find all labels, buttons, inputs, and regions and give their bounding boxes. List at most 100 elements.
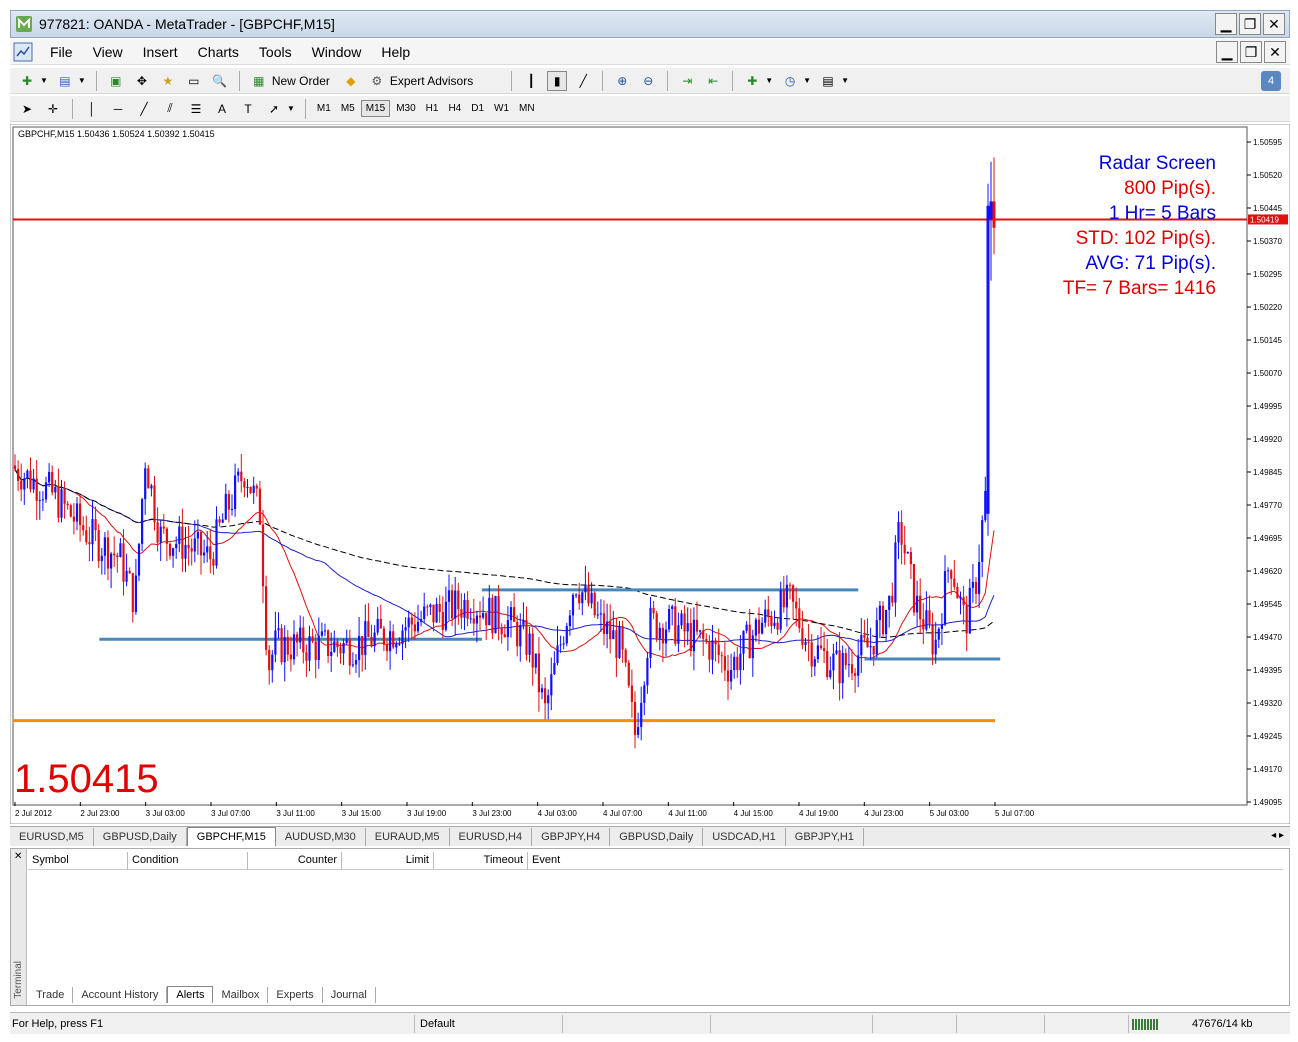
price-chart[interactable]: GBPCHF,M15 1.50436 1.50524 1.50392 1.504… bbox=[9, 123, 1291, 825]
restore-button[interactable]: ❐ bbox=[1239, 13, 1261, 35]
tab-journal[interactable]: Journal bbox=[323, 987, 376, 1003]
chart-shift-icon[interactable]: ⇤ bbox=[703, 71, 723, 91]
column-symbol[interactable]: Symbol bbox=[28, 852, 128, 869]
tab-mailbox[interactable]: Mailbox bbox=[213, 987, 269, 1003]
periods-clock-icon[interactable]: ◷ bbox=[780, 71, 800, 91]
line-chart-icon[interactable]: ╱ bbox=[573, 71, 593, 91]
menu-insert[interactable]: Insert bbox=[133, 44, 188, 60]
candle-body bbox=[190, 548, 193, 552]
chart-tab[interactable]: EURAUD,M5 bbox=[366, 828, 450, 846]
menu-file[interactable]: File bbox=[40, 44, 83, 60]
periods-dropdown-icon[interactable]: ▼ bbox=[803, 76, 811, 85]
candle-body bbox=[974, 581, 978, 594]
menu-charts[interactable]: Charts bbox=[188, 44, 249, 60]
vertical-line-icon[interactable]: │ bbox=[82, 99, 102, 119]
minimize-button[interactable]: ▁ bbox=[1215, 13, 1237, 35]
menu-help[interactable]: Help bbox=[371, 44, 420, 60]
close-button[interactable]: ✕ bbox=[1263, 13, 1285, 35]
tab-alerts[interactable]: Alerts bbox=[167, 986, 214, 1003]
candlestick-icon[interactable]: ▮ bbox=[547, 70, 568, 91]
chart-tab[interactable]: EURUSD,M5 bbox=[10, 828, 94, 846]
column-counter[interactable]: Counter bbox=[248, 852, 342, 869]
menu-view[interactable]: View bbox=[83, 44, 133, 60]
child-restore-button[interactable]: ❐ bbox=[1240, 41, 1262, 63]
new-order-button[interactable]: New Order bbox=[272, 74, 330, 88]
expert-advisors-icon[interactable]: ⚙ bbox=[367, 71, 387, 91]
equidistant-channel-icon[interactable]: ⫽ bbox=[160, 99, 180, 119]
horizontal-line-icon[interactable]: ─ bbox=[108, 99, 128, 119]
templates-icon[interactable]: ▤ bbox=[818, 71, 838, 91]
tab-trade[interactable]: Trade bbox=[28, 987, 74, 1003]
timeframe-m30[interactable]: M30 bbox=[392, 101, 419, 116]
column-timeout[interactable]: Timeout bbox=[434, 852, 528, 869]
text-icon[interactable]: A bbox=[212, 99, 232, 119]
column-limit[interactable]: Limit bbox=[342, 852, 434, 869]
child-minimize-button[interactable]: ▁ bbox=[1216, 41, 1238, 63]
chart-tab[interactable]: GBPJPY,H1 bbox=[786, 828, 864, 846]
timeframe-m15[interactable]: M15 bbox=[360, 100, 391, 117]
navigator-icon[interactable]: ★ bbox=[158, 71, 178, 91]
candle-body bbox=[137, 543, 141, 576]
profiles-dropdown-icon[interactable]: ▼ bbox=[78, 76, 86, 85]
terminal-icon[interactable]: ▭ bbox=[184, 71, 204, 91]
candle-body bbox=[395, 643, 398, 648]
tab-scroll-arrows-icon[interactable]: ◂ ▸ bbox=[1271, 830, 1284, 841]
data-window-icon[interactable]: ✥ bbox=[132, 71, 152, 91]
crosshair-icon[interactable]: ✛ bbox=[43, 99, 63, 119]
new-order-icon[interactable]: ▦ bbox=[249, 71, 269, 91]
candle-body bbox=[221, 519, 224, 523]
market-watch-icon[interactable]: ▣ bbox=[106, 71, 126, 91]
arrows-dropdown-icon[interactable]: ▼ bbox=[287, 104, 295, 113]
chart-tab[interactable]: EURUSD,H4 bbox=[450, 828, 533, 846]
notification-badge-icon[interactable]: 4 bbox=[1261, 70, 1281, 91]
timeframe-mn[interactable]: MN bbox=[515, 101, 539, 116]
profiles-icon[interactable]: ▤ bbox=[55, 71, 75, 91]
bar-chart-icon[interactable]: ┃ bbox=[521, 71, 541, 91]
menu-window[interactable]: Window bbox=[302, 44, 372, 60]
new-chart-dropdown-icon[interactable]: ▼ bbox=[40, 76, 48, 85]
close-terminal-icon[interactable]: ✕ bbox=[14, 851, 22, 862]
new-chart-icon[interactable]: ✚ bbox=[17, 71, 37, 91]
chart-window[interactable]: GBPCHF,M15 1.50436 1.50524 1.50392 1.504… bbox=[9, 123, 1291, 825]
zoom-out-icon[interactable]: ⊖ bbox=[638, 71, 658, 91]
candle-body bbox=[742, 630, 745, 654]
child-close-button[interactable]: ✕ bbox=[1264, 41, 1286, 63]
cursor-icon[interactable]: ➤ bbox=[17, 99, 37, 119]
auto-scroll-icon[interactable]: ⇥ bbox=[677, 71, 697, 91]
timeframe-m5[interactable]: M5 bbox=[337, 101, 359, 116]
chart-tab[interactable]: USDCAD,H1 bbox=[703, 828, 786, 846]
timeframe-h4[interactable]: H4 bbox=[444, 101, 465, 116]
timeframe-d1[interactable]: D1 bbox=[467, 101, 488, 116]
zoom-in-icon[interactable]: ⊕ bbox=[612, 71, 632, 91]
indicators-icon[interactable]: ✚ bbox=[742, 71, 762, 91]
candle-body bbox=[739, 653, 742, 671]
templates-dropdown-icon[interactable]: ▼ bbox=[841, 76, 849, 85]
strategy-tester-icon[interactable]: 🔍 bbox=[210, 71, 230, 91]
chart-tab-active[interactable]: GBPCHF,M15 bbox=[186, 827, 276, 846]
timeframe-w1[interactable]: W1 bbox=[490, 101, 513, 116]
tab-experts[interactable]: Experts bbox=[268, 987, 323, 1003]
timeframe-h1[interactable]: H1 bbox=[422, 101, 443, 116]
arrows-icon[interactable]: ➚ bbox=[264, 99, 284, 119]
candle-body bbox=[237, 471, 240, 476]
chart-tab[interactable]: GBPUSD,Daily bbox=[610, 828, 704, 846]
timeframe-m1[interactable]: M1 bbox=[313, 101, 335, 116]
candle-body bbox=[271, 654, 274, 671]
candle-body bbox=[292, 634, 296, 660]
candle-body bbox=[249, 487, 252, 493]
indicators-dropdown-icon[interactable]: ▼ bbox=[765, 76, 773, 85]
trendline-icon[interactable]: ╱ bbox=[134, 99, 154, 119]
chart-tab[interactable]: GBPJPY,H4 bbox=[532, 828, 611, 846]
chart-tab[interactable]: AUDUSD,M30 bbox=[276, 828, 366, 846]
tab-account-history[interactable]: Account History bbox=[73, 987, 168, 1003]
expert-advisors-button[interactable]: Expert Advisors bbox=[390, 74, 473, 88]
metaeditor-icon[interactable]: ◆ bbox=[341, 71, 361, 91]
chart-tab[interactable]: GBPUSD,Daily bbox=[94, 828, 187, 846]
candle-body bbox=[497, 596, 500, 629]
candle-body bbox=[230, 508, 234, 510]
text-label-icon[interactable]: T bbox=[238, 99, 258, 119]
column-condition[interactable]: Condition bbox=[128, 852, 248, 869]
column-event[interactable]: Event bbox=[528, 852, 1283, 869]
menu-tools[interactable]: Tools bbox=[249, 44, 302, 60]
fibonacci-icon[interactable]: ☰ bbox=[186, 99, 206, 119]
